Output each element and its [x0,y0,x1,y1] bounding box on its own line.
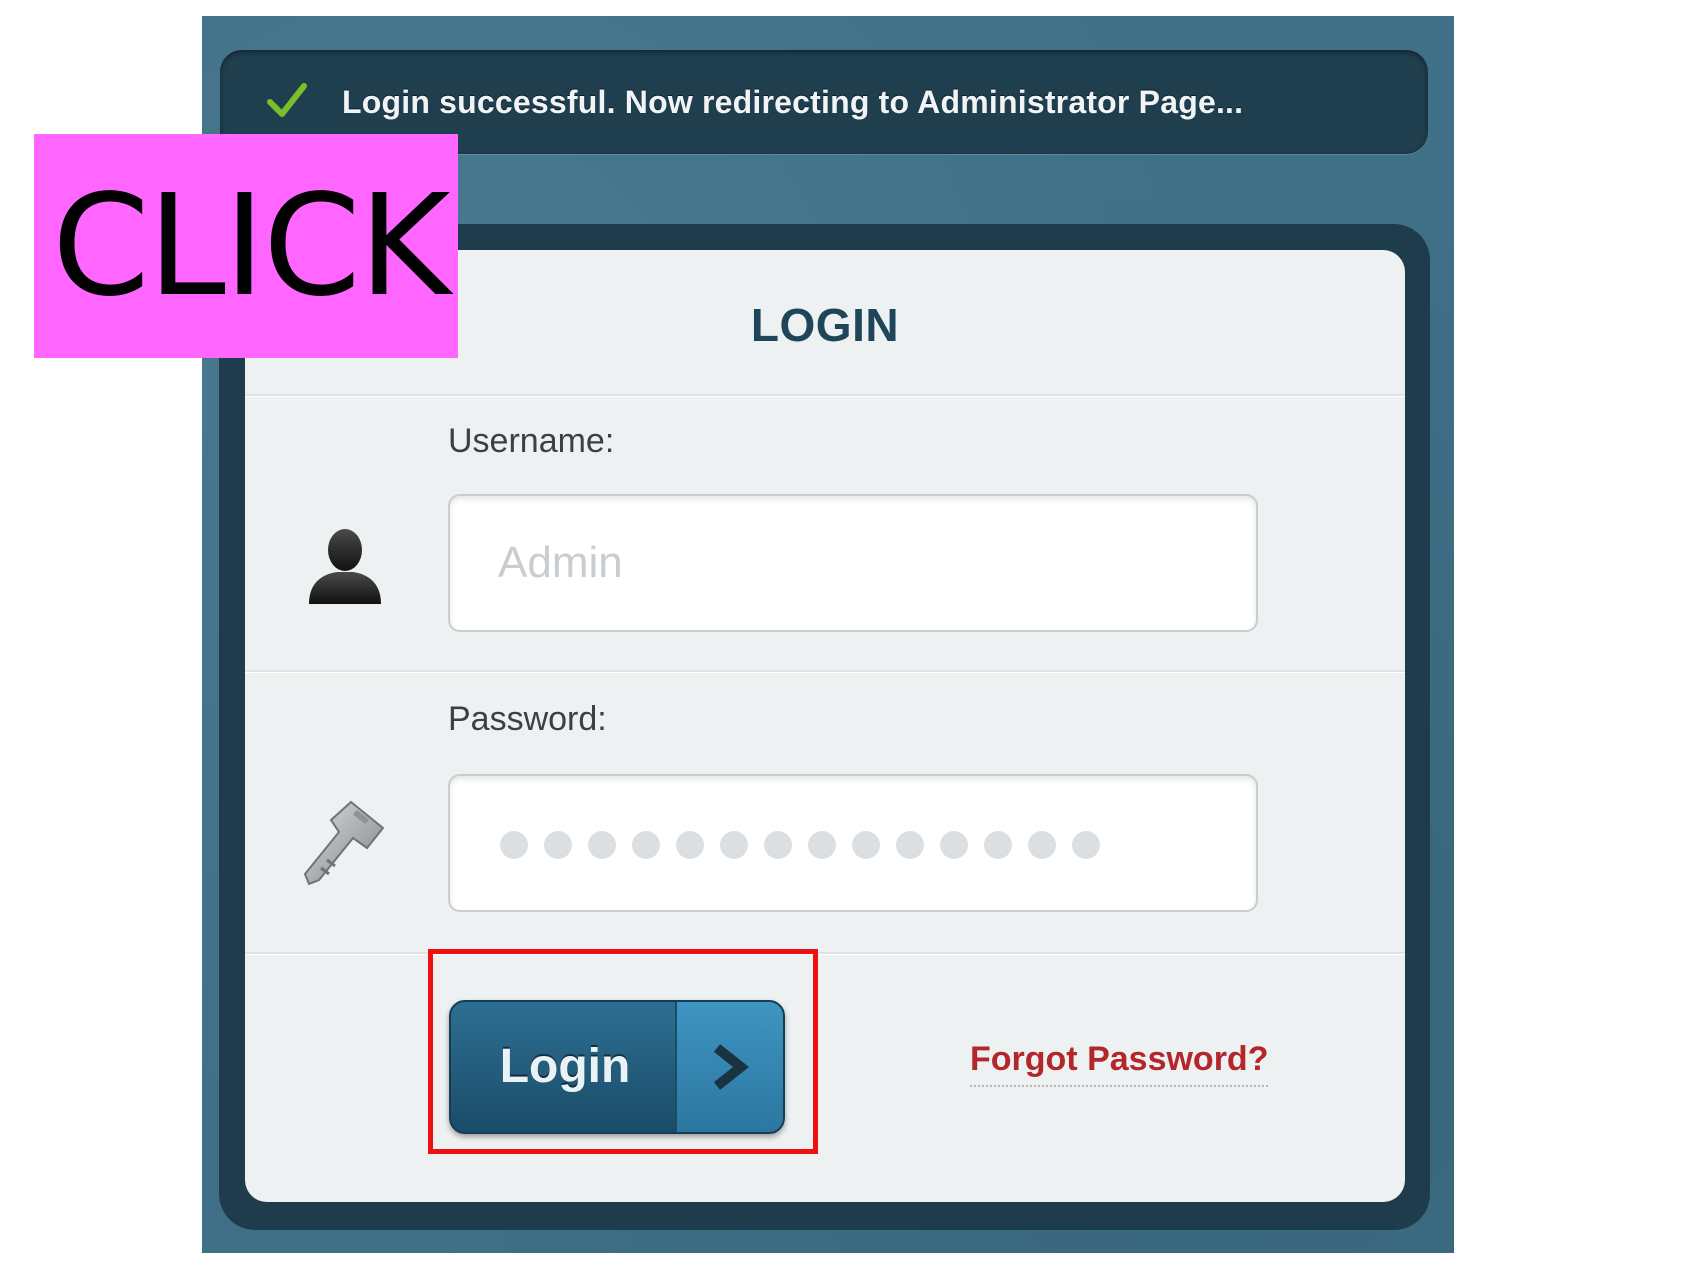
password-mask-dot [984,831,1012,859]
password-mask-dot [588,831,616,859]
divider [245,952,1405,955]
forgot-password-link[interactable]: Forgot Password? [970,1040,1269,1087]
password-input[interactable] [448,774,1258,912]
password-mask-dot [632,831,660,859]
password-mask [500,831,1100,859]
password-mask-dot [1072,831,1100,859]
password-mask-dot [896,831,924,859]
password-mask-dot [764,831,792,859]
password-mask-dot [544,831,572,859]
click-annotation-text: CLICK [52,165,451,328]
login-panel: LOGIN Username: Admin Password: Login Fo… [245,250,1405,1202]
username-input[interactable]: Admin [448,494,1258,632]
password-label: Password: [448,700,607,738]
check-icon [267,83,307,117]
password-mask-dot [676,831,704,859]
user-icon [309,529,381,604]
password-mask-dot [852,831,880,859]
username-placeholder: Admin [498,538,623,587]
divider [245,394,1405,397]
key-icon [303,800,385,886]
password-mask-dot [720,831,748,859]
success-message: Login successful. Now redirecting to Adm… [342,84,1244,120]
click-annotation-badge: CLICK [34,134,458,358]
password-mask-dot [500,831,528,859]
divider [245,670,1405,673]
click-highlight-box [428,949,818,1154]
password-mask-dot [1028,831,1056,859]
username-label: Username: [448,422,615,460]
password-mask-dot [808,831,836,859]
password-mask-dot [940,831,968,859]
